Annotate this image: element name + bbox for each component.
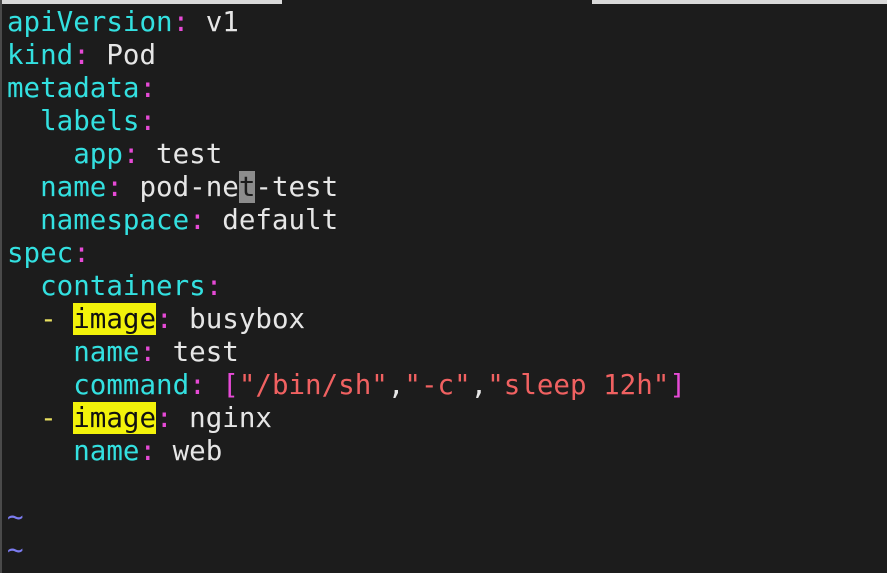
yaml-value: web (156, 435, 223, 467)
yaml-key: labels (40, 105, 140, 137)
code-line-name-test[interactable]: name: test (7, 336, 239, 369)
code-line-name[interactable]: name: pod-net-test (7, 171, 338, 204)
code-line-kind[interactable]: kind: Pod (7, 39, 156, 72)
yaml-key: namespace (40, 204, 190, 236)
yaml-value: v1 (189, 6, 239, 38)
comma: , (470, 369, 488, 401)
code-line-labels[interactable]: labels: (7, 105, 156, 138)
yaml-colon: : (172, 6, 190, 38)
yaml-value: pod-ne (122, 171, 239, 203)
tab-strip-left (0, 0, 282, 4)
yaml-colon: : (205, 270, 223, 302)
yaml-value: busybox (172, 303, 306, 335)
yaml-colon: : (73, 39, 90, 71)
code-line-image-nginx[interactable]: - image: nginx (7, 402, 272, 435)
empty-line-tilde: ~ (7, 501, 24, 533)
code-line-command[interactable]: command: ["/bin/sh","-c","sleep 12h"] (7, 369, 686, 402)
code-line-spec[interactable]: spec: (7, 237, 90, 270)
yaml-colon: : (156, 303, 173, 335)
code-line-image-busybox[interactable]: - image: busybox (7, 303, 305, 336)
yaml-colon: : (139, 435, 157, 467)
yaml-colon: : (139, 105, 157, 137)
code-line-apiversion[interactable]: apiVersion: v1 (7, 6, 239, 39)
yaml-string: "/bin/sh" (238, 369, 388, 401)
close-bracket: ] (669, 369, 686, 401)
yaml-value: test (156, 336, 239, 368)
yaml-string: "sleep 12h" (487, 369, 670, 401)
list-dash: - (40, 303, 74, 335)
code-line-namespace[interactable]: namespace: default (7, 204, 338, 237)
yaml-colon: : (122, 138, 140, 170)
yaml-colon: : (156, 402, 173, 434)
comma: , (387, 369, 405, 401)
yaml-value: test (139, 138, 223, 170)
vim-editor[interactable]: apiVersion: v1 kind: Pod metadata: label… (0, 0, 887, 573)
yaml-key: name (73, 336, 140, 368)
yaml-value: Pod (89, 39, 157, 71)
open-bracket: [ (222, 369, 239, 401)
yaml-value: -test (255, 171, 339, 203)
yaml-key: spec (7, 237, 74, 269)
yaml-string: "-c" (404, 369, 471, 401)
code-line-containers[interactable]: containers: (7, 270, 222, 303)
yaml-key: command (73, 369, 190, 401)
yaml-colon: : (139, 336, 157, 368)
yaml-value: default (205, 204, 339, 236)
yaml-colon: : (106, 171, 123, 203)
yaml-key: metadata (7, 72, 140, 104)
yaml-key: containers (40, 270, 206, 302)
yaml-key: apiVersion (7, 6, 173, 38)
empty-line-tilde: ~ (7, 534, 24, 566)
search-match-highlight: image (73, 402, 157, 434)
text-cursor: t (238, 171, 256, 203)
code-line-app[interactable]: app: test (7, 138, 222, 171)
yaml-key: kind (7, 39, 74, 71)
tab-strip-right (592, 0, 887, 4)
yaml-colon: : (73, 237, 90, 269)
search-match-highlight: image (73, 303, 157, 335)
yaml-key: name (40, 171, 107, 203)
yaml-colon: : (189, 369, 206, 401)
window-left-edge (0, 0, 2, 573)
yaml-colon: : (189, 204, 206, 236)
yaml-key: app (73, 138, 123, 170)
code-line-name-web[interactable]: name: web (7, 435, 222, 468)
yaml-key: name (73, 435, 140, 467)
window-top-edge (0, 0, 887, 5)
yaml-value: nginx (172, 402, 272, 434)
code-line-metadata[interactable]: metadata: (7, 72, 156, 105)
yaml-colon: : (139, 72, 157, 104)
list-dash: - (40, 402, 74, 434)
